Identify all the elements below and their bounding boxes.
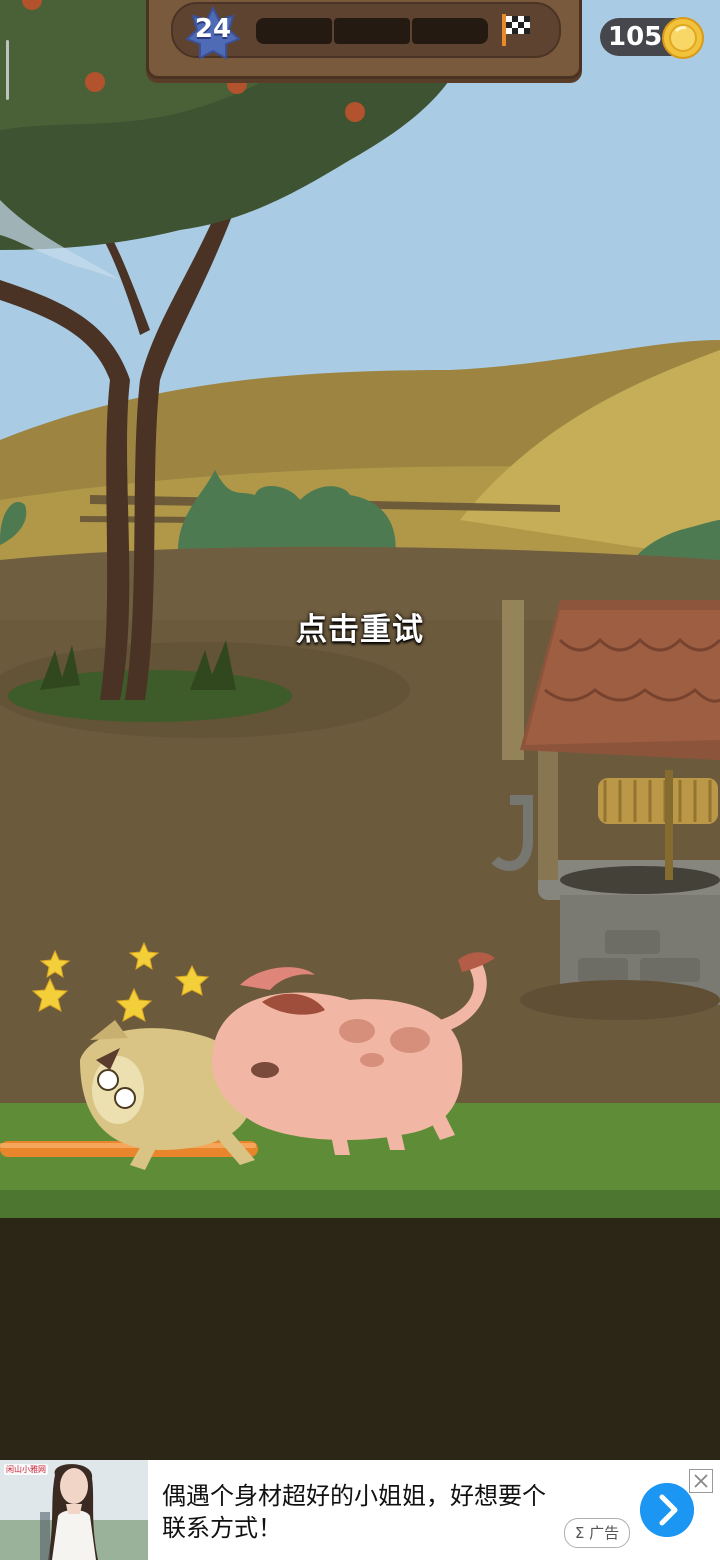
ad-text[interactable]: 偶遇个身材超好的小姐姐，好想要个联系方式！: [162, 1480, 562, 1544]
ad-source-tag: 闲山小雅网: [4, 1464, 48, 1475]
ad-banner[interactable]: 闲山小雅网 偶遇个身材超好的小姐姐，好想要个联系方式！ Σ 广告: [0, 1460, 720, 1560]
coin-count: 105: [608, 22, 663, 52]
ad-arrow-button[interactable]: [640, 1483, 694, 1537]
progress-segment: [334, 18, 410, 44]
ad-close-icon[interactable]: [689, 1469, 713, 1493]
tap-to-retry-text[interactable]: 点击重试: [0, 604, 720, 649]
progress-segment: [256, 18, 332, 44]
edge-handle: [6, 40, 9, 100]
ad-label: Σ 广告: [564, 1518, 630, 1548]
gold-coin-icon: [662, 17, 704, 59]
finish-flag-icon: [502, 14, 530, 46]
level-progress-bar: [256, 18, 488, 44]
scene-background: [0, 0, 720, 1460]
level-number: 24: [194, 14, 232, 44]
progress-segment: [412, 18, 488, 44]
ad-image[interactable]: [0, 1460, 148, 1560]
game-scene[interactable]: 24 105 点击重试: [0, 0, 720, 1460]
